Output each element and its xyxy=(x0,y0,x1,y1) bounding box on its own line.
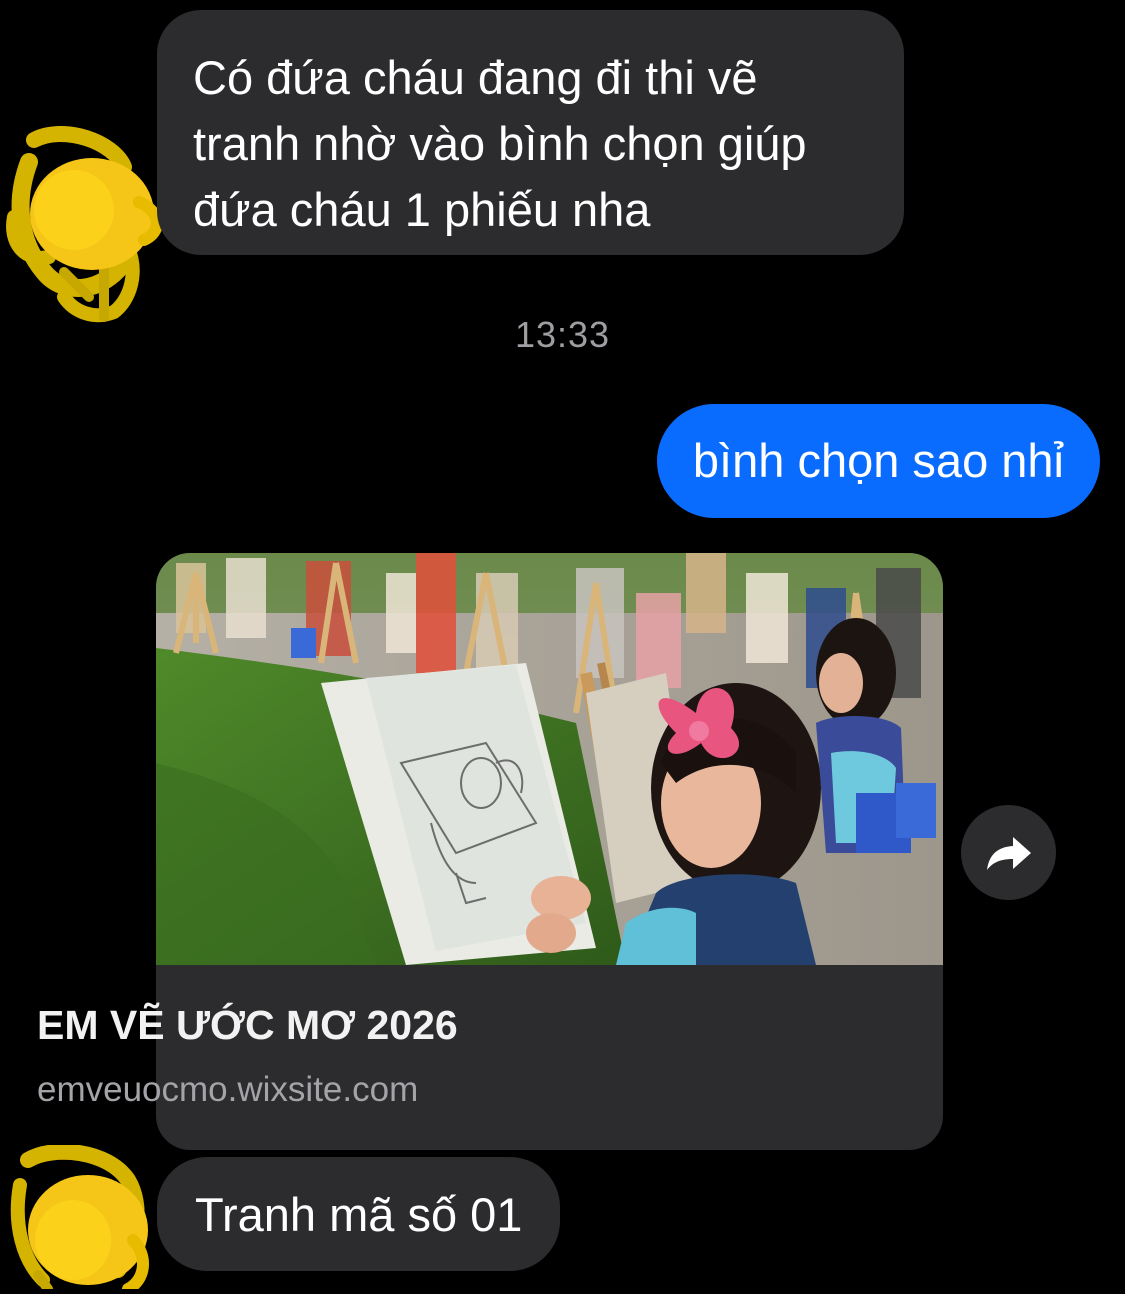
outgoing-message-bubble[interactable]: bình chọn sao nhỉ xyxy=(656,404,1100,518)
avatar-scribble-icon xyxy=(10,1143,149,1294)
incoming-message-bubble[interactable]: Tranh mã số 01 xyxy=(157,1157,561,1271)
contact-avatar[interactable] xyxy=(8,1143,160,1294)
link-preview-title: EM VẼ ƯỚC MƠ 2026 xyxy=(37,1002,458,1048)
link-preview-image xyxy=(156,553,943,965)
link-preview-card[interactable] xyxy=(156,553,943,1150)
message-timestamp: 13:33 xyxy=(514,314,611,355)
share-button[interactable] xyxy=(961,805,1056,900)
link-preview-url: emveuocmo.wixsite.com xyxy=(37,1070,419,1109)
message-text-line: Có đứa cháu đang đi thi vẽ xyxy=(193,51,758,104)
incoming-message-bubble[interactable]: Có đứa cháu đang đi thi vẽ tranh nhờ vào… xyxy=(157,10,904,255)
avatar-scribble-icon xyxy=(6,125,163,323)
message-text-line: đứa cháu 1 phiếu nha xyxy=(193,183,651,236)
contact-avatar[interactable] xyxy=(4,122,166,326)
message-text-line: tranh nhờ vào bình chọn giúp xyxy=(193,117,807,170)
share-arrow-icon xyxy=(986,836,1031,870)
